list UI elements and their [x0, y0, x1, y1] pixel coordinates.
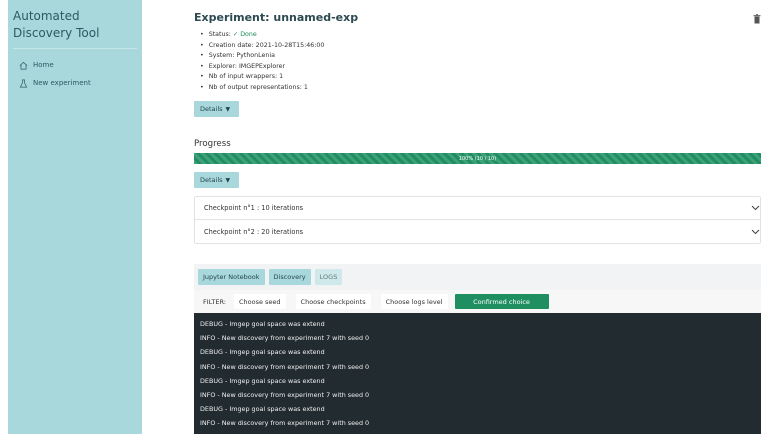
info-input-wrappers: Nb of input wrappers: 1 [200, 72, 324, 83]
sidebar-item-label: Home [33, 61, 54, 69]
sidebar-item-home[interactable]: Home [19, 58, 54, 72]
sidebar: Automated Discovery Tool Home New experi… [8, 0, 142, 434]
checkpoint-item-2[interactable]: Checkpoint n°2 : 20 iterations [195, 220, 760, 243]
view-tabs: Jupyter Notebook Discovery LOGS [194, 264, 761, 290]
info-output-representations: Nb of output representations: 1 [200, 83, 324, 94]
choose-seed-button[interactable]: Choose seed [233, 294, 286, 309]
tab-jupyter-notebook[interactable]: Jupyter Notebook [198, 269, 265, 285]
sidebar-item-label: New experiment [33, 79, 91, 87]
progress-bar: 100% (10 / 10) [194, 153, 761, 164]
home-icon [19, 61, 28, 69]
main-content: Experiment: unnamed-exp Status: ✓ Done C… [194, 0, 761, 434]
info-explorer: Explorer: IMGEPExplorer [200, 62, 324, 73]
chevron-down-icon [751, 205, 760, 211]
sidebar-divider [13, 48, 137, 49]
flask-icon [19, 79, 28, 87]
tab-discovery[interactable]: Discovery [268, 269, 311, 285]
progress-fill: 100% (10 / 10) [194, 153, 761, 164]
checkpoint-label: Checkpoint n°1 : 10 iterations [204, 204, 304, 212]
details-label: Details [200, 176, 223, 184]
choose-checkpoints-button[interactable]: Choose checkpoints [295, 294, 371, 309]
experiment-info-list: Status: ✓ Done Creation date: 2021-10-28… [200, 30, 325, 94]
info-status: Status: ✓ Done [200, 30, 324, 41]
info-creation-date: Creation date: 2021-10-28T15:46:00 [200, 41, 325, 52]
app-title[interactable]: Automated Discovery Tool [13, 8, 137, 42]
log-line: DEBUG - Imgep goal space was extend [200, 405, 325, 414]
log-line: INFO - New discovery from experiment 7 w… [200, 419, 370, 428]
trash-icon[interactable] [753, 14, 761, 24]
details-label: Details [200, 105, 223, 113]
log-line: INFO - New discovery from experiment 7 w… [200, 391, 370, 400]
checkpoint-label: Checkpoint n°2 : 20 iterations [204, 227, 304, 236]
progress-label: 100% (10 / 10) [458, 155, 497, 162]
log-line: DEBUG - Imgep goal space was extend [200, 348, 325, 357]
checkpoint-item-1[interactable]: Checkpoint n°1 : 10 iterations [195, 197, 760, 220]
filter-label: FILTER: [203, 297, 226, 306]
log-line: DEBUG - Imgep goal space was extend [200, 376, 325, 385]
choose-logs-level-button[interactable]: Choose logs level [380, 294, 448, 309]
progress-title: Progress [194, 139, 231, 149]
log-line: INFO - New discovery from experiment 7 w… [200, 334, 370, 343]
experiment-details-button[interactable]: Details ▼ [194, 101, 239, 117]
log-line: DEBUG - Imgep goal space was extend [200, 320, 325, 328]
filter-bar: FILTER: Choose seed Choose checkpoints C… [194, 290, 761, 313]
sidebar-item-new-experiment[interactable]: New experiment [19, 76, 91, 90]
caret-down-icon: ▼ [225, 176, 231, 184]
info-system: System: PythonLenia [200, 51, 324, 62]
progress-details-button[interactable]: Details ▼ [194, 172, 239, 188]
status-badge: ✓ Done [232, 31, 257, 38]
page-title: Experiment: unnamed-exp [194, 11, 359, 24]
caret-down-icon: ▼ [225, 105, 231, 113]
tab-logs[interactable]: LOGS [314, 269, 343, 285]
checkpoint-accordion: Checkpoint n°1 : 10 iterations Checkpoin… [194, 196, 761, 244]
log-line: INFO - New discovery from experiment 7 w… [200, 362, 370, 371]
log-panel: DEBUG - Imgep goal space was extend INFO… [194, 313, 761, 434]
chevron-down-icon [751, 229, 760, 234]
confirmed-choice-button[interactable]: Confirmed choice [454, 294, 549, 309]
